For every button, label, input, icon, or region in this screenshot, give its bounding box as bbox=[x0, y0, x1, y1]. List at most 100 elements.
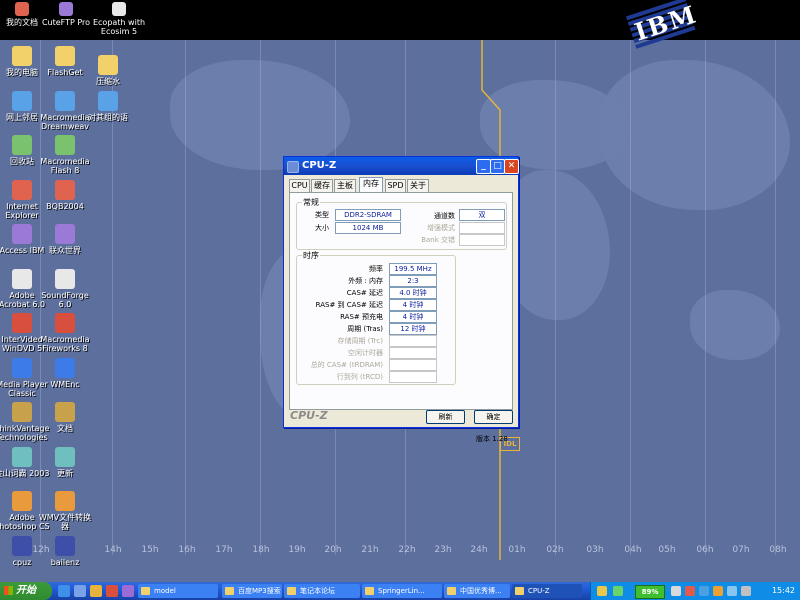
taskbar-button[interactable]: SpringerLin... bbox=[362, 584, 442, 598]
general-group: 常规 类型 DDR2-SDRAM 大小 1024 MB 通道数 双 增强模式 B… bbox=[296, 197, 507, 250]
desktop-icon-label: 压缩水 bbox=[96, 77, 120, 86]
clock[interactable]: 15:42 bbox=[772, 582, 795, 600]
tab-about[interactable]: 关于 bbox=[407, 179, 429, 192]
title-bar[interactable]: CPU-Z _ □ ✕ bbox=[284, 157, 519, 175]
word-icon bbox=[55, 535, 75, 556]
tab-spd[interactable]: SPD bbox=[385, 179, 406, 192]
tray-security-icon[interactable] bbox=[685, 586, 695, 596]
close-button[interactable]: ✕ bbox=[504, 159, 519, 174]
battery-indicator[interactable]: 89% bbox=[635, 585, 665, 599]
tab-memory[interactable]: 内存 bbox=[359, 177, 383, 193]
time-zone-line bbox=[705, 40, 706, 555]
desktop-icon[interactable]: WMEnc bbox=[37, 357, 93, 389]
desktop-icon[interactable]: Macromedia Flash 8 bbox=[37, 135, 93, 175]
perf-mode-value bbox=[459, 222, 505, 234]
size-label: 大小 bbox=[315, 224, 329, 232]
timing-label: RAS# 到 CAS# 延迟 bbox=[315, 301, 383, 309]
hour-label: 15h bbox=[141, 545, 159, 555]
show-desktop-icon[interactable] bbox=[74, 585, 86, 597]
taskbar-button[interactable]: model bbox=[138, 584, 218, 598]
thinkvantage-icon bbox=[12, 402, 32, 422]
tray-bluetooth-icon[interactable] bbox=[727, 586, 737, 596]
tray-app-icon[interactable] bbox=[597, 586, 607, 596]
desktop-icon[interactable]: 对其组的语 bbox=[80, 91, 136, 122]
media-player-icon bbox=[12, 357, 32, 378]
perf-mode-label: 增强模式 bbox=[427, 224, 455, 232]
map-asia bbox=[600, 60, 790, 210]
timing-value bbox=[389, 359, 437, 371]
timing-value: 4 时钟 bbox=[389, 311, 437, 323]
desktop-icon[interactable]: bailenz bbox=[37, 535, 93, 567]
taskbar: 开始 model 百度MP3搜索 笔记本论坛 SpringerLin... 中国优秀博.… bbox=[0, 582, 800, 600]
channels-value: 双 bbox=[459, 209, 505, 221]
size-value: 1024 MB bbox=[335, 222, 401, 234]
ie-icon bbox=[12, 179, 32, 200]
timing-value bbox=[389, 335, 437, 347]
hour-label: 22h bbox=[398, 545, 416, 555]
timing-value: 199.5 MHz bbox=[389, 263, 437, 275]
cpuz-app-icon bbox=[287, 161, 299, 173]
hour-label: 01h bbox=[508, 545, 526, 555]
tray-volume-icon[interactable] bbox=[671, 586, 681, 596]
ecopath-icon bbox=[112, 2, 126, 16]
desktop-icon-label: Ecopath with Ecosim 5 bbox=[92, 18, 146, 36]
desktop-icon[interactable]: Macromedia Fireworks 8 bbox=[37, 313, 93, 353]
desktop-icon-label: 对其组的语 bbox=[88, 113, 128, 122]
time-zone-line bbox=[630, 40, 631, 555]
computer-icon bbox=[12, 46, 32, 66]
bank-interleave-value bbox=[459, 234, 505, 246]
desktop-icon[interactable]: 联众世界 bbox=[37, 224, 93, 255]
timing-label: 行到列 (tRCD) bbox=[336, 373, 383, 381]
compress-icon bbox=[98, 55, 118, 75]
taskbar-button[interactable]: CPU-Z bbox=[512, 584, 582, 598]
game-icon bbox=[55, 179, 75, 200]
desktop-icon[interactable]: 压缩水 bbox=[80, 55, 136, 86]
desktop-icon-label: 联众世界 bbox=[49, 246, 81, 255]
desktop-icon-label: Macromedia Fireworks 8 bbox=[40, 335, 90, 353]
timing-value: 2:3 bbox=[389, 275, 437, 287]
timing-label: 存储周期 (Trc) bbox=[337, 337, 383, 345]
timing-label: 总的 CAS# (tRDRAM) bbox=[310, 361, 383, 369]
ok-button[interactable]: 确定 bbox=[474, 410, 513, 424]
taskbar-button-label: 百度MP3搜索 bbox=[238, 587, 281, 595]
tray-network-icon[interactable] bbox=[613, 586, 623, 596]
cpuz-icon bbox=[12, 535, 32, 556]
refresh-button[interactable]: 刷新 bbox=[426, 410, 465, 424]
tray-power-icon[interactable] bbox=[713, 586, 723, 596]
ie-quicklaunch-icon[interactable] bbox=[58, 585, 70, 597]
taskbar-button[interactable]: 中国优秀博... bbox=[444, 584, 510, 598]
start-button[interactable]: 开始 bbox=[0, 582, 52, 600]
books-icon bbox=[55, 446, 75, 467]
desktop-icon[interactable]: Ecopath with Ecosim 5 bbox=[84, 2, 154, 36]
tray-display-icon[interactable] bbox=[741, 586, 751, 596]
timing-label: 外频 : 内存 bbox=[348, 277, 383, 285]
taskbar-button[interactable]: 笔记本论坛 bbox=[284, 584, 360, 598]
minimize-button[interactable]: _ bbox=[476, 159, 491, 174]
hour-label: 24h bbox=[470, 545, 488, 555]
hour-label: 16h bbox=[178, 545, 196, 555]
tab-cache[interactable]: 缓存 bbox=[311, 179, 333, 192]
desktop-icon-label: BQB2004 bbox=[46, 201, 84, 211]
timing-label: 频率 bbox=[369, 265, 383, 273]
photoshop-icon bbox=[12, 491, 32, 511]
hour-label: 06h bbox=[696, 545, 714, 555]
desktop-icon-label: 文档 bbox=[57, 424, 73, 433]
maximize-button[interactable]: □ bbox=[490, 159, 505, 174]
taskbar-app-icon bbox=[447, 587, 456, 595]
desktop-icon[interactable]: 更新 bbox=[37, 446, 93, 478]
taskbar-app-icon bbox=[141, 587, 150, 595]
tab-mainboard[interactable]: 主板 bbox=[334, 179, 356, 192]
media-quicklaunch-icon[interactable] bbox=[90, 585, 102, 597]
player-quicklaunch-icon[interactable] bbox=[106, 585, 118, 597]
desktop-icon[interactable]: WMV文件转换器 bbox=[37, 491, 93, 531]
hour-label: 17h bbox=[215, 545, 233, 555]
desktop-icon[interactable]: 文档 bbox=[37, 402, 93, 433]
tray-wireless-icon[interactable] bbox=[699, 586, 709, 596]
timing-label: 周期 (Tras) bbox=[347, 325, 383, 333]
app-quicklaunch-icon[interactable] bbox=[122, 585, 134, 597]
desktop-icon[interactable]: SoundForge 6.0 bbox=[37, 268, 93, 309]
taskbar-button-label: CPU-Z bbox=[528, 587, 550, 595]
taskbar-button[interactable]: 百度MP3搜索 bbox=[222, 584, 282, 598]
desktop-icon[interactable]: BQB2004 bbox=[37, 179, 93, 211]
tab-cpu[interactable]: CPU bbox=[289, 179, 310, 192]
